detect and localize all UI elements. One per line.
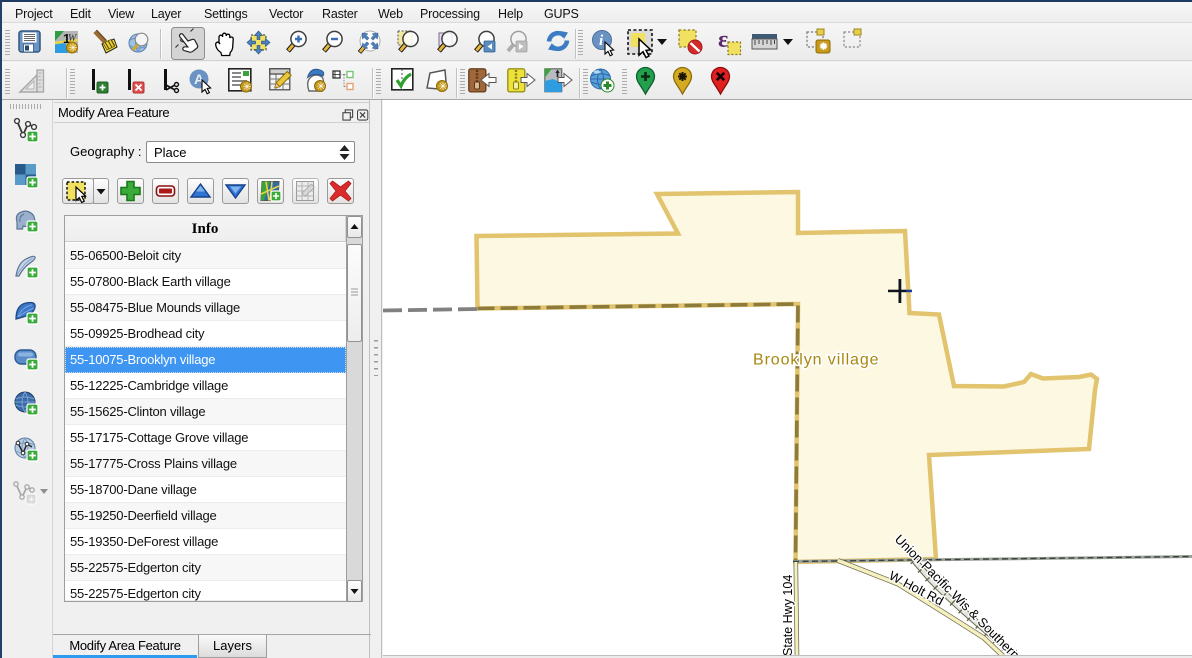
svg-text:State Hwy 104: State Hwy 104 bbox=[781, 575, 795, 656]
svg-text:✹: ✹ bbox=[819, 40, 829, 54]
svg-text:✳: ✳ bbox=[438, 81, 447, 93]
svg-text:ε: ε bbox=[718, 27, 728, 53]
svg-text:✳: ✳ bbox=[242, 82, 251, 94]
svg-text:Brooklyn village: Brooklyn village bbox=[753, 352, 879, 369]
svg-text:✳: ✳ bbox=[68, 43, 77, 55]
svg-text:✳: ✳ bbox=[316, 81, 325, 93]
svg-text:✳: ✳ bbox=[28, 495, 36, 505]
